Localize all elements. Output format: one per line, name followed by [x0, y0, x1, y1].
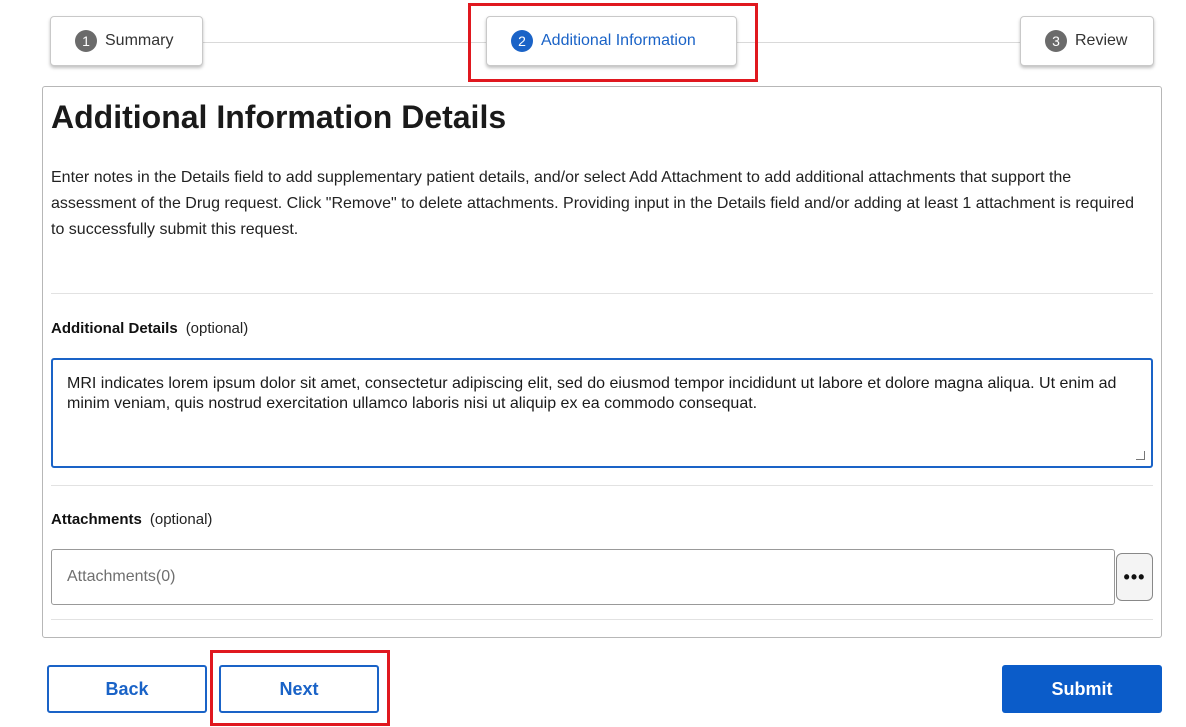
details-card: Additional Information Details Enter not… — [42, 86, 1162, 638]
back-button[interactable]: Back — [47, 665, 207, 713]
step-number-icon: 3 — [1045, 30, 1067, 52]
step-number-icon: 2 — [511, 30, 533, 52]
attachments-label-text: Attachments — [51, 511, 142, 528]
divider — [51, 293, 1153, 294]
step-label: Summary — [105, 32, 174, 49]
additional-details-label-text: Additional Details — [51, 320, 178, 337]
submit-button-label: Submit — [1051, 678, 1113, 699]
divider — [51, 619, 1153, 620]
ellipsis-icon: ••• — [1123, 566, 1146, 587]
additional-details-value: MRI indicates lorem ipsum dolor sit amet… — [67, 375, 1117, 412]
step-review[interactable]: 3 Review — [1020, 16, 1154, 66]
additional-details-label: Additional Details (optional) — [51, 320, 248, 337]
page-title: Additional Information Details — [51, 99, 507, 135]
step-summary[interactable]: 1 Summary — [50, 16, 203, 66]
attachments-label: Attachments (optional) — [51, 511, 212, 528]
divider — [51, 485, 1153, 486]
optional-label: (optional) — [185, 320, 249, 337]
step-additional-information[interactable]: 2 Additional Information — [486, 16, 737, 66]
page-description: Enter notes in the Details field to add … — [51, 169, 1135, 238]
resize-handle-icon[interactable] — [1136, 451, 1145, 460]
attachments-more-button[interactable]: ••• — [1116, 553, 1153, 601]
attachments-field[interactable]: Attachments(0) — [51, 549, 1115, 605]
step-label: Additional Information — [541, 32, 696, 49]
step-number-icon: 1 — [75, 30, 97, 52]
attachments-placeholder: Attachments(0) — [67, 568, 176, 585]
step-label: Review — [1075, 32, 1128, 49]
optional-label: (optional) — [149, 511, 213, 528]
next-button-label: Next — [279, 678, 319, 699]
back-button-label: Back — [105, 678, 149, 699]
submit-button[interactable]: Submit — [1002, 665, 1162, 713]
next-button[interactable]: Next — [219, 665, 379, 713]
additional-details-textarea[interactable]: MRI indicates lorem ipsum dolor sit amet… — [51, 358, 1153, 468]
